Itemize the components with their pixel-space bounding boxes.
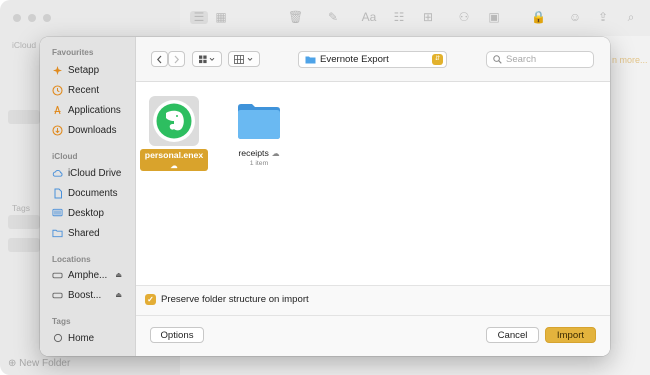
file-item[interactable]: personal.enex ☁ [140,96,208,171]
sidebar-item-label: Amphe... [68,269,108,281]
sidebar-item-applications[interactable]: Applications [52,102,136,118]
eject-icon[interactable]: ⏏ [115,271,122,279]
section-icloud-label: iCloud [52,152,78,161]
dialog-toolbar: Evernote Export ⇵ Search [136,37,610,82]
folder-item-count: 1 item [249,160,269,167]
cloud-download-icon: ☁ [271,149,280,158]
new-folder-button[interactable]: ⊕ New Folder [8,358,70,369]
drive-icon [52,270,63,281]
minimize-window-dot[interactable] [28,14,36,22]
file-thumbnail-selected [149,96,199,146]
desktop-icon [52,208,63,219]
magnifier-icon [493,55,502,64]
divider [136,315,610,316]
sidebar-item-desktop[interactable]: Desktop [52,205,136,221]
group-grid-icon [234,54,253,64]
cancel-button[interactable]: Cancel [486,327,539,343]
compose-icon[interactable]: ✎ [326,11,340,24]
sidebar-item-label: Home [68,332,95,344]
tag-circle-icon [52,333,63,344]
search-field[interactable]: Search [486,51,594,68]
import-dialog: Favourites Setapp Recent Applications Do… [40,37,610,356]
drive-icon [52,290,63,301]
background-icloud-label: iCloud [12,40,37,50]
popup-arrows-icon: ⇵ [432,54,443,65]
file-name-selected: personal.enex ☁ [140,149,208,171]
gallery-view-icon[interactable]: ▦ [214,11,228,24]
trash-icon[interactable]: 🗑 [288,11,303,24]
cloud-icon [52,168,63,179]
evernote-icon [153,100,195,142]
icon-grid-icon [199,55,215,63]
location-popup[interactable]: Evernote Export ⇵ [298,51,447,68]
sidebar-item-icloud-drive[interactable]: iCloud Drive [52,165,136,181]
applications-icon [52,105,63,116]
sidebar-item-downloads[interactable]: Downloads [52,122,136,138]
lock-icon[interactable]: 🔒 [531,11,546,24]
collaborate-icon[interactable]: ⚇ [457,11,471,24]
share-user-icon[interactable]: ☺ [568,11,582,24]
download-icon [52,124,63,136]
sidebar-item-shared[interactable]: Shared [52,225,136,241]
table-icon[interactable]: ⊞ [421,11,435,24]
group-button[interactable] [228,51,260,67]
sidebar-item-setapp[interactable]: Setapp [52,62,136,78]
chevron-left-icon [156,55,162,63]
folder-icon [238,104,280,139]
section-locations-label: Locations [52,255,91,264]
location-label: Evernote Export [320,54,389,65]
format-icon[interactable]: Aa [360,11,378,24]
forward-button[interactable] [168,51,185,67]
new-folder-label: New Folder [19,358,71,369]
import-button[interactable]: Import [545,327,596,343]
search-icon[interactable]: ⌕ [624,11,638,24]
folder-icon [305,56,316,64]
sidebar-item-label: Boost... [68,289,102,301]
background-selected-row [8,110,40,124]
list-view-icon[interactable]: ☰ [190,11,208,24]
setapp-icon [52,65,63,76]
sidebar-item-documents[interactable]: Documents [52,185,136,201]
options-button[interactable]: Options [150,327,204,343]
sidebar-item-label: Applications [68,104,121,116]
cloud-download-icon: ☁ [170,163,178,170]
clock-icon [52,84,63,96]
sidebar-item-label: Shared [68,227,100,239]
search-placeholder: Search [506,54,537,65]
section-tags-label: Tags [52,317,71,326]
checklist-icon[interactable]: ☷ [392,11,406,24]
preserve-structure-checkbox[interactable]: ✓ [145,294,156,305]
sidebar-item-drive-amphe[interactable]: Amphe... ⏏ [52,267,136,283]
learn-more-link[interactable]: n more... [612,55,648,65]
sidebar-item-recent[interactable]: Recent [52,82,136,98]
preserve-structure-label: Preserve folder structure on import [161,294,309,305]
zoom-window-dot[interactable] [43,14,51,22]
folder-name: receipts [238,148,269,158]
close-window-dot[interactable] [13,14,21,22]
chevron-right-icon [174,55,180,63]
dialog-sidebar: Favourites Setapp Recent Applications Do… [40,37,136,356]
options-panel: ✓ Preserve folder structure on import Op… [136,285,610,356]
sidebar-item-label: Setapp [68,64,100,76]
file-browser: personal.enex ☁ receipts ☁ 1 item [136,83,610,283]
shared-folder-icon [52,228,63,239]
share-icon[interactable]: ⇪ [596,11,610,24]
sidebar-item-label: Desktop [68,207,104,219]
sidebar-item-drive-boost[interactable]: Boost... ⏏ [52,287,136,303]
sidebar-item-tag-home[interactable]: Home [52,330,136,346]
background-tag-chip [8,215,40,229]
media-icon[interactable]: ▣ [487,11,501,24]
section-favourites-label: Favourites [52,48,94,57]
background-tags-label: Tags [12,203,30,213]
document-icon [52,188,63,199]
sidebar-item-label: Downloads [68,124,117,136]
back-button[interactable] [151,51,168,67]
background-tag-chip [8,238,40,252]
sidebar-item-label: Documents [68,187,118,199]
sidebar-item-label: iCloud Drive [68,167,122,179]
icon-view-button[interactable] [192,51,222,67]
sidebar-item-label: Recent [68,84,100,96]
eject-icon[interactable]: ⏏ [115,291,122,299]
folder-item[interactable]: receipts ☁ 1 item [224,101,294,167]
